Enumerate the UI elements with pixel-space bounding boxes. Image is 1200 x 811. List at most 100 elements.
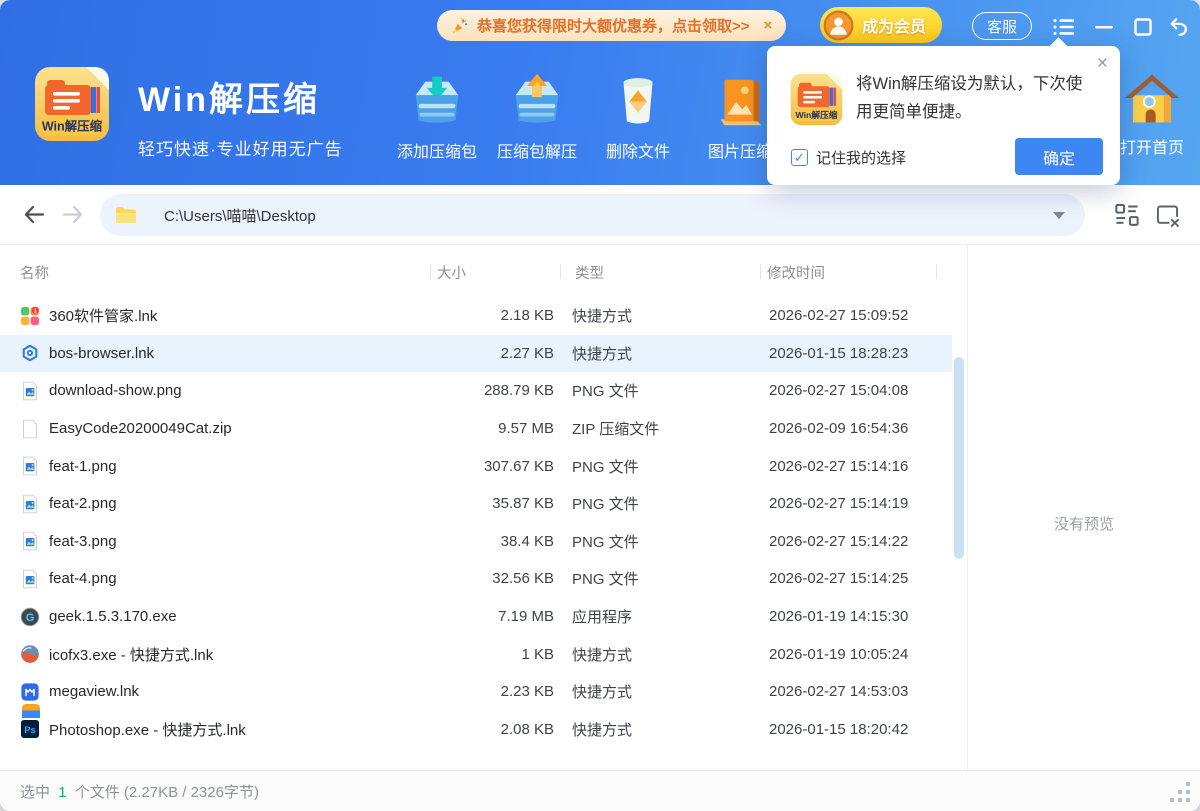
promo-banner-text[interactable]: 恭喜您获得限时大额优惠券，点击领取>> [477, 15, 750, 36]
file-size: 35.87 KB [430, 495, 557, 512]
set-default-popup: × Win解压缩 将Win解压缩设为默认，下次使用更简单便捷。 ✓ 记住我的选择… [767, 46, 1120, 185]
back-button[interactable] [22, 203, 46, 227]
png-file-icon [20, 381, 40, 401]
bos-file-icon [20, 343, 40, 363]
column-divider[interactable] [936, 264, 937, 279]
png-file-icon [20, 569, 40, 589]
maximize-button[interactable] [1131, 15, 1155, 39]
confirm-button[interactable]: 确定 [1015, 138, 1103, 175]
status-bar: 选中 1 个文件 (2.27KB / 2326字节) [0, 770, 1200, 811]
svg-text:G: G [26, 612, 35, 624]
file-name: megaview.lnk [49, 683, 139, 700]
icofx-file-icon [20, 644, 40, 664]
preview-panel: 没有预览 [968, 245, 1200, 770]
photoshop-file-icon: Ps [20, 719, 40, 739]
address-bar: C:\Users\喵喵\Desktop [0, 185, 1200, 245]
file-modified: 2026-02-27 15:14:25 [762, 570, 952, 587]
table-row[interactable]: bos-browser.lnk2.27 KB快捷方式2026-01-15 18:… [0, 335, 952, 373]
undo-arrow-button[interactable] [1167, 15, 1191, 39]
file-type: 快捷方式 [557, 305, 762, 326]
file-browser: 名称 大小 类型 修改时间 1360软件管家.lnk2.18 KB快捷方式202… [0, 245, 1200, 770]
file-modified: 2026-01-15 18:20:42 [762, 721, 952, 738]
partially-visible-file-icon [22, 704, 40, 718]
avatar-icon [823, 10, 854, 41]
file-name: EasyCode20200049Cat.zip [49, 420, 232, 437]
column-divider[interactable] [560, 264, 561, 279]
file-type: PNG 文件 [557, 531, 762, 552]
file-type: 应用程序 [557, 606, 762, 627]
file-name: 360软件管家.lnk [49, 305, 157, 326]
file-modified: 2026-01-15 18:28:23 [762, 345, 952, 362]
view-switch-button[interactable] [1114, 202, 1140, 228]
megaview-file-icon [20, 682, 40, 702]
file-modified: 2026-02-27 15:14:16 [762, 458, 952, 475]
menu-list-icon [1053, 16, 1075, 38]
main-menu-button[interactable] [1052, 15, 1076, 39]
file-modified: 2026-02-27 14:53:03 [762, 683, 952, 700]
app-360-file-icon: 1 [20, 306, 40, 326]
column-header-type[interactable]: 类型 [575, 262, 604, 283]
popup-close-icon[interactable]: × [1097, 54, 1108, 73]
table-row[interactable]: 1 360软件管家.lnk 2.18 KB快捷方式2026-02-27 15:09:… [0, 297, 952, 335]
promo-banner-close-icon[interactable]: × [764, 17, 773, 34]
column-header-modified[interactable]: 修改时间 [767, 262, 825, 283]
zip-file-icon [20, 419, 40, 439]
toolbar-extract-archive-button[interactable]: 压缩包解压 [485, 70, 589, 162]
forward-button[interactable] [61, 203, 85, 227]
column-header-size[interactable]: 大小 [437, 262, 466, 283]
promo-banner[interactable]: 恭喜您获得限时大额优惠券，点击领取>> × [437, 10, 786, 41]
file-type: 快捷方式 [557, 719, 762, 740]
app-title: Win解压缩 [138, 72, 343, 121]
remember-checkbox[interactable]: ✓ [791, 149, 808, 166]
customer-service-button[interactable]: 客服 [972, 12, 1032, 40]
toolbar-add-archive-label: 添加压缩包 [385, 138, 489, 162]
file-name: feat-2.png [49, 495, 117, 512]
svg-text:Win解压缩: Win解压缩 [42, 119, 103, 134]
maximize-icon [1132, 16, 1154, 38]
path-input[interactable]: C:\Users\喵喵\Desktop [100, 194, 1085, 236]
file-name: feat-1.png [49, 458, 117, 475]
column-divider[interactable] [760, 264, 761, 279]
vertical-scrollbar[interactable] [954, 357, 964, 559]
file-name: Photoshop.exe - 快捷方式.lnk [49, 719, 246, 740]
archive-extract-icon [506, 70, 568, 132]
table-row[interactable]: EasyCode20200049Cat.zip9.57 MBZIP 压缩文件20… [0, 410, 952, 448]
table-row[interactable]: feat-4.png32.56 KBPNG 文件2026-02-27 15:14… [0, 560, 952, 598]
file-size: 2.18 KB [430, 307, 557, 324]
deselect-window-button[interactable] [1154, 202, 1181, 229]
file-size: 2.27 KB [430, 345, 557, 362]
file-size: 2.08 KB [430, 721, 557, 738]
file-modified: 2026-02-27 15:09:52 [762, 307, 952, 324]
table-row[interactable]: Ggeek.1.5.3.170.exe7.19 MB应用程序2026-01-19… [0, 598, 952, 636]
path-dropdown-icon[interactable] [1053, 212, 1065, 219]
svg-text:Win解压缩: Win解压缩 [796, 109, 838, 120]
minimize-icon [1093, 16, 1115, 38]
file-type: PNG 文件 [557, 456, 762, 477]
file-type: PNG 文件 [557, 380, 762, 401]
table-row[interactable]: feat-2.png35.87 KBPNG 文件2026-02-27 15:14… [0, 485, 952, 523]
toolbar-delete-files-button[interactable]: 删除文件 [586, 70, 690, 162]
table-row[interactable]: icofx3.exe - 快捷方式.lnk1 KB快捷方式2026-01-19 … [0, 635, 952, 673]
table-row[interactable]: Ps Photoshop.exe - 快捷方式.lnk 2.08 KB快捷方式202… [0, 711, 952, 749]
toolbar-add-archive-button[interactable]: 添加压缩包 [385, 70, 489, 162]
minimize-button[interactable] [1092, 15, 1116, 39]
table-row[interactable]: feat-3.png38.4 KBPNG 文件2026-02-27 15:14:… [0, 523, 952, 561]
file-size: 9.57 MB [430, 420, 557, 437]
resize-grip[interactable] [1164, 782, 1190, 804]
image-compress-icon [709, 70, 771, 132]
file-type: ZIP 压缩文件 [557, 418, 762, 439]
become-member-button[interactable]: 成为会员 [820, 7, 942, 43]
app-logo-icon: Win解压缩 [34, 66, 110, 142]
table-row[interactable]: download-show.png288.79 KBPNG 文件2026-02-… [0, 372, 952, 410]
table-row[interactable]: megaview.lnk2.23 KB快捷方式2026-02-27 14:53:… [0, 673, 952, 711]
remember-choice-option[interactable]: ✓ 记住我的选择 [791, 147, 906, 168]
file-modified: 2026-02-27 15:04:08 [762, 382, 952, 399]
column-header-name[interactable]: 名称 [20, 262, 49, 283]
column-divider[interactable] [430, 264, 431, 279]
file-size: 1 KB [430, 646, 557, 663]
file-modified: 2026-01-19 10:05:24 [762, 646, 952, 663]
delete-files-icon [607, 70, 669, 132]
current-path[interactable]: C:\Users\喵喵\Desktop [164, 205, 1053, 226]
file-name: feat-3.png [49, 533, 117, 550]
table-row[interactable]: feat-1.png307.67 KBPNG 文件2026-02-27 15:1… [0, 447, 952, 485]
